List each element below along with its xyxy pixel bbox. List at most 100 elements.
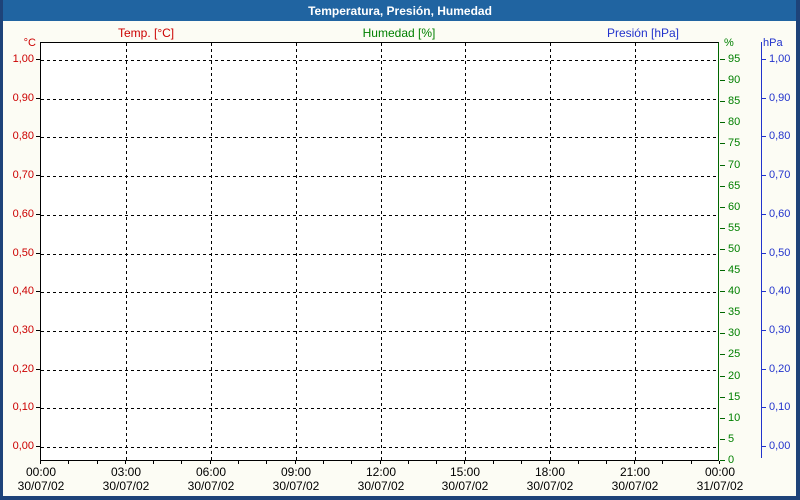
- pressure-tick-label: 0,80: [769, 130, 791, 142]
- x-minor-tick: [578, 461, 579, 464]
- legend-humidity: Humedad [%]: [362, 26, 436, 40]
- temperature-tick: [36, 136, 40, 137]
- temperature-tick: [36, 98, 40, 99]
- v-gridline: [126, 43, 127, 460]
- temperature-tick: [36, 253, 40, 254]
- x-time-label: 03:00: [110, 465, 142, 479]
- v-gridline: [635, 43, 636, 460]
- temperature-tick: [36, 175, 40, 176]
- temperature-axis-unit: °C: [23, 37, 36, 49]
- pressure-tick-label: 0,70: [769, 169, 791, 181]
- x-minor-tick: [408, 461, 409, 464]
- humidity-tick-label: 55: [728, 222, 741, 234]
- v-gridline: [296, 43, 297, 460]
- humidity-tick-label: 50: [728, 243, 741, 255]
- pressure-tick: [761, 446, 766, 447]
- x-date-label: 30/07/02: [102, 479, 150, 493]
- humidity-tick: [720, 418, 725, 419]
- humidity-tick: [720, 207, 725, 208]
- humidity-tick-label: 75: [728, 137, 741, 149]
- pressure-axis-line: [761, 42, 762, 458]
- x-time-label: 09:00: [280, 465, 312, 479]
- humidity-tick: [720, 59, 725, 60]
- x-time-label: 21:00: [619, 465, 651, 479]
- x-time-label: 00:00: [704, 465, 736, 479]
- humidity-tick-label: 85: [728, 95, 741, 107]
- x-minor-tick: [295, 461, 296, 464]
- chart-window: Temperatura, Presión, Humedad Temp. [°C]…: [0, 0, 800, 500]
- pressure-tick-label: 0,40: [769, 285, 791, 297]
- h-gridline: [41, 214, 718, 216]
- humidity-tick: [720, 80, 725, 81]
- temperature-tick-label: 0,30: [12, 324, 34, 336]
- temperature-tick-label: 0,80: [12, 130, 34, 142]
- plot-area: [40, 42, 719, 461]
- humidity-tick-label: 10: [728, 412, 741, 424]
- temperature-tick-label: 0,20: [12, 363, 34, 375]
- x-date-label: 31/07/02: [696, 479, 744, 493]
- x-minor-tick: [464, 461, 465, 464]
- humidity-tick-label: 70: [728, 159, 741, 171]
- humidity-tick-label: 40: [728, 285, 741, 297]
- x-date-label: 30/07/02: [17, 479, 65, 493]
- humidity-tick: [720, 312, 725, 313]
- pressure-tick: [761, 59, 766, 60]
- x-minor-tick: [125, 461, 126, 464]
- humidity-tick-label: 30: [728, 327, 741, 339]
- x-date-label: 30/07/02: [357, 479, 405, 493]
- x-minor-tick: [97, 461, 98, 464]
- humidity-tick-label: 45: [728, 264, 741, 276]
- temperature-tick: [36, 291, 40, 292]
- humidity-tick: [720, 165, 725, 166]
- pressure-tick: [761, 369, 766, 370]
- humidity-tick: [720, 291, 725, 292]
- temperature-tick-label: 0,40: [12, 285, 34, 297]
- humidity-tick-label: 60: [728, 201, 741, 213]
- pressure-tick-label: 0,00: [769, 440, 791, 452]
- x-time-label: 15:00: [449, 465, 481, 479]
- humidity-tick: [720, 228, 725, 229]
- temperature-tick: [36, 446, 40, 447]
- x-minor-tick: [40, 461, 41, 464]
- v-gridline: [211, 43, 212, 460]
- h-gridline: [41, 176, 718, 178]
- h-gridline: [41, 253, 718, 255]
- legend-temperature: Temp. [°C]: [118, 26, 175, 40]
- h-gridline: [41, 60, 718, 61]
- pressure-axis-unit: hPa: [763, 37, 783, 49]
- x-minor-tick: [606, 461, 607, 464]
- humidity-tick: [720, 439, 725, 440]
- x-minor-tick: [691, 461, 692, 464]
- humidity-tick-label: 25: [728, 348, 741, 360]
- x-minor-tick: [436, 461, 437, 464]
- x-date-label: 30/07/02: [611, 479, 659, 493]
- x-minor-tick: [181, 461, 182, 464]
- pressure-tick: [761, 330, 766, 331]
- window-title: Temperatura, Presión, Humedad: [3, 0, 796, 21]
- x-time-label: 18:00: [534, 465, 566, 479]
- pressure-tick-label: 0,20: [769, 363, 791, 375]
- h-gridline: [41, 292, 718, 294]
- x-minor-tick: [323, 461, 324, 464]
- pressure-tick: [761, 175, 766, 176]
- x-minor-tick: [521, 461, 522, 464]
- humidity-tick-label: 80: [728, 116, 741, 128]
- humidity-tick: [720, 460, 725, 461]
- x-minor-tick: [153, 461, 154, 464]
- humidity-axis-unit: %: [724, 37, 734, 49]
- humidity-tick-label: 15: [728, 391, 741, 403]
- humidity-tick: [720, 249, 725, 250]
- temperature-tick: [36, 214, 40, 215]
- humidity-tick-label: 20: [728, 370, 741, 382]
- x-minor-tick: [351, 461, 352, 464]
- x-minor-tick: [549, 461, 550, 464]
- x-minor-tick: [719, 461, 720, 464]
- humidity-tick: [720, 101, 725, 102]
- temperature-tick-label: 0,70: [12, 169, 34, 181]
- h-gridline: [41, 98, 718, 100]
- humidity-tick: [720, 397, 725, 398]
- pressure-tick: [761, 253, 766, 254]
- temperature-tick-label: 0,60: [12, 208, 34, 220]
- pressure-tick: [761, 98, 766, 99]
- humidity-tick: [720, 270, 725, 271]
